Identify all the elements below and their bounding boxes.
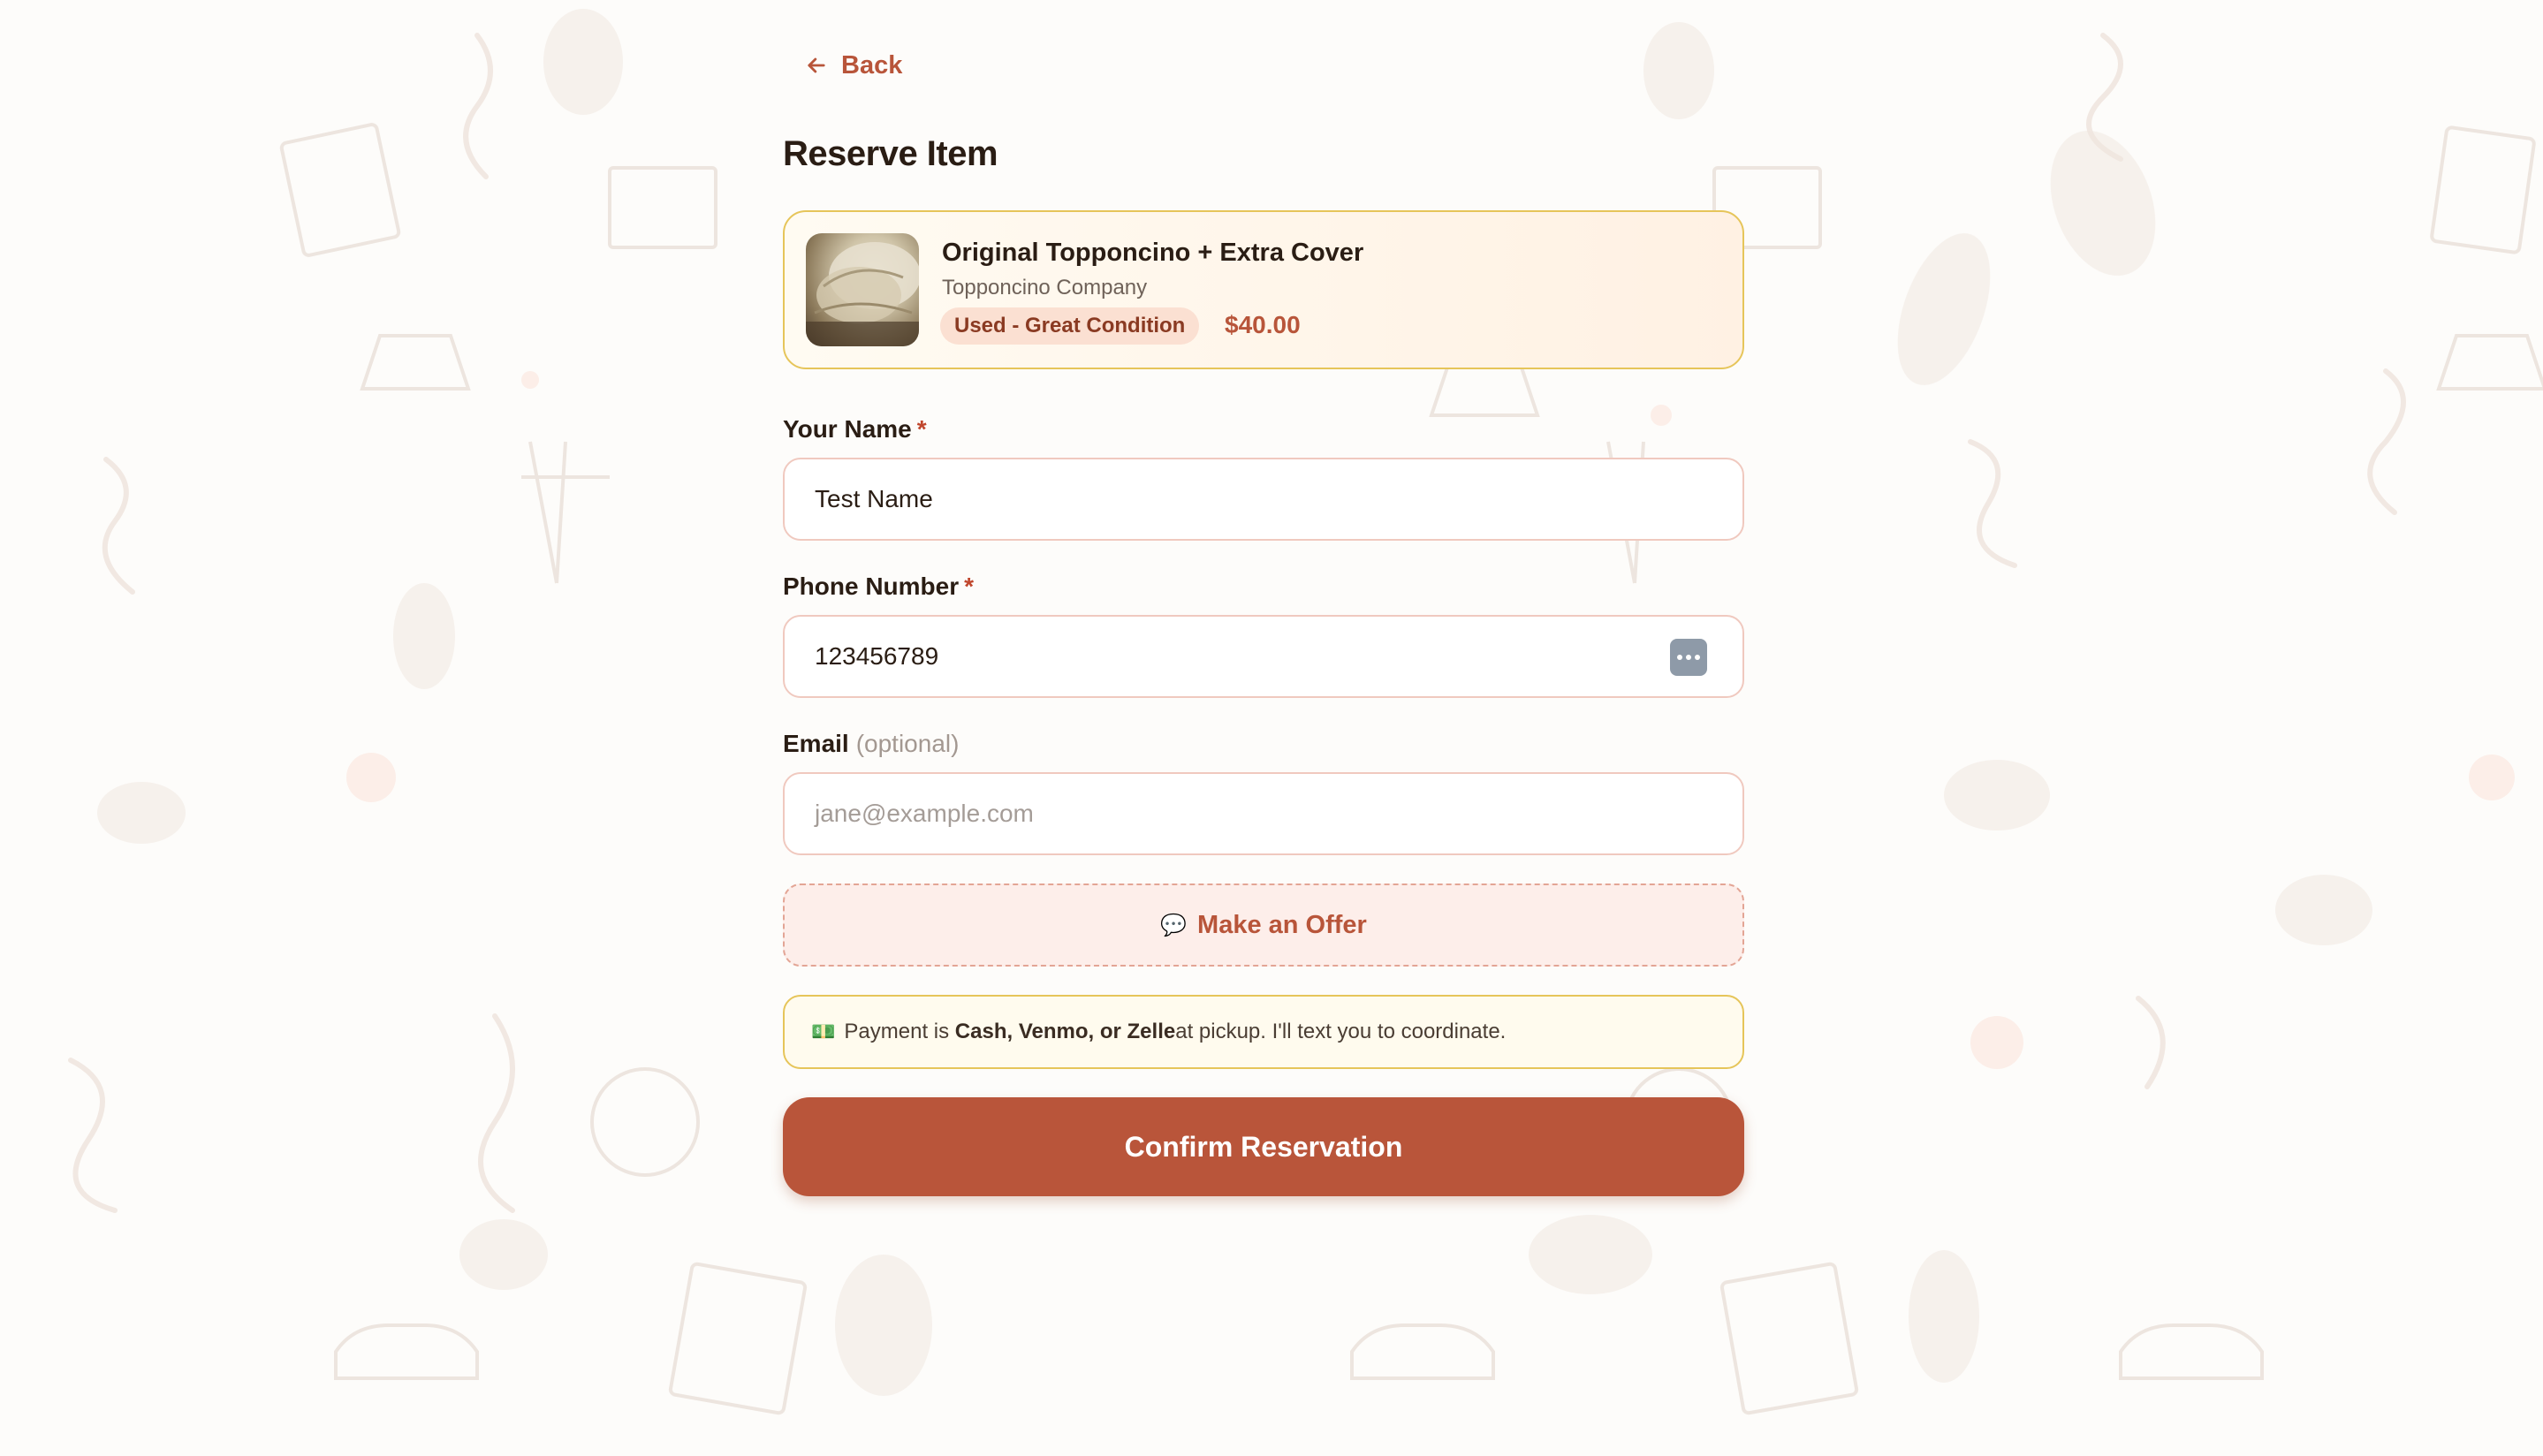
confirm-reservation-label: Confirm Reservation (1124, 1130, 1403, 1163)
phone-label-text: Phone Number (783, 573, 960, 600)
payment-note-prefix: Payment is (844, 1020, 955, 1043)
item-price: $40.00 (1225, 311, 1301, 338)
condition-badge: Used - Great Condition (940, 307, 1200, 345)
required-mark: * (964, 573, 975, 600)
name-label: Your Name * (783, 415, 927, 444)
confirm-reservation-button[interactable]: Confirm Reservation (783, 1097, 1744, 1196)
cash-icon: 💵 (811, 1020, 836, 1043)
item-summary-card: Original Topponcino + Extra Cover Toppon… (783, 210, 1744, 369)
name-field-value: Test Name (815, 485, 933, 512)
email-label: Email (optional) (783, 730, 959, 758)
arrow-left-icon (808, 57, 825, 73)
page-title: Reserve Item (783, 134, 998, 173)
optional-text: (optional) (855, 730, 960, 757)
back-button[interactable]: Back (804, 49, 902, 81)
make-offer-button[interactable]: 💬 Make an Offer (783, 883, 1744, 967)
phone-field-value: 123456789 (815, 642, 939, 670)
payment-methods: Cash, Venmo, or Zelle (954, 1020, 1176, 1043)
email-label-text: Email (783, 730, 849, 757)
name-label-text: Your Name (783, 415, 912, 443)
item-thumbnail (806, 233, 919, 346)
email-field-placeholder: jane@example.com (815, 800, 1034, 827)
payment-note: 💵 Payment is Cash, Venmo, or Zelle at pic… (783, 995, 1744, 1069)
phone-field[interactable]: 123456789 (783, 615, 1744, 698)
name-field[interactable]: Test Name (783, 458, 1744, 541)
autofill-icon[interactable] (1670, 639, 1707, 676)
item-brand: Topponcino Company (942, 276, 1148, 300)
speech-bubble-icon: 💬 (1160, 913, 1188, 937)
make-offer-label: Make an Offer (1197, 910, 1367, 939)
required-mark: * (916, 415, 927, 443)
item-name: Original Topponcino + Extra Cover (942, 239, 1364, 267)
back-label: Back (841, 50, 903, 80)
email-field[interactable]: jane@example.com (783, 772, 1744, 855)
phone-label: Phone Number * (783, 573, 974, 601)
payment-note-suffix: at pickup. I'll text you to coordinate. (1175, 1020, 1507, 1043)
